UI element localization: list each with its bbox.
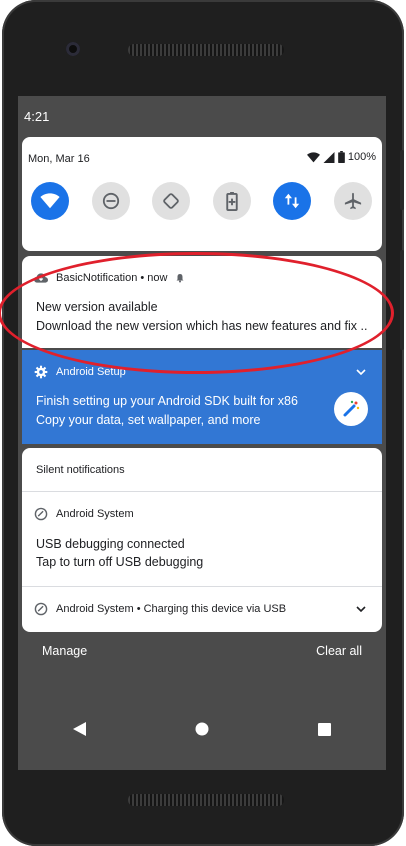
date-label: Mon, Mar 16	[28, 153, 90, 165]
back-button[interactable]	[59, 709, 99, 749]
basic-notification-header: BasicNotification • now	[34, 272, 185, 284]
status-icons: 100%	[306, 151, 376, 163]
home-button[interactable]	[182, 709, 222, 749]
dnd-icon	[102, 192, 120, 210]
screen: 4:21 Mon, Mar 16 100% BasicNotification …	[18, 96, 386, 770]
android-system-icon	[34, 602, 48, 616]
recents-button[interactable]	[305, 709, 345, 749]
battery-percent: 100%	[347, 151, 376, 163]
setup-wand-badge	[334, 392, 368, 426]
basic-timestamp: • now	[137, 272, 168, 284]
airplane-tile[interactable]	[334, 182, 372, 220]
status-clock: 4:21	[24, 109, 50, 124]
setup-notification-text: Copy your data, set wallpaper, and more	[36, 413, 261, 427]
usb-notification-text: Tap to turn off USB debugging	[36, 555, 204, 569]
clear-all-button[interactable]: Clear all	[316, 644, 362, 658]
auto-rotate-tile[interactable]	[152, 182, 190, 220]
basic-app-name: BasicNotification	[56, 272, 138, 284]
cloud-download-icon	[34, 273, 48, 283]
bell-icon	[176, 274, 184, 283]
magic-wand-icon	[343, 400, 360, 417]
dnd-tile[interactable]	[92, 182, 130, 220]
usb-header: Android System	[34, 507, 134, 521]
top-speaker	[128, 44, 284, 56]
recents-icon	[318, 722, 332, 736]
data-arrows-icon	[284, 193, 300, 209]
basic-notification-title: New version available	[36, 300, 158, 314]
wifi-tile[interactable]	[31, 182, 69, 220]
battery-status-icon	[338, 151, 345, 163]
usb-notification-title: USB debugging connected	[36, 537, 185, 551]
bottom-speaker	[128, 794, 284, 806]
back-icon	[72, 722, 86, 736]
android-system-icon	[34, 507, 48, 521]
manage-button[interactable]: Manage	[42, 644, 87, 658]
setup-header: Android Setup	[34, 365, 126, 379]
usb-app-name: Android System	[56, 508, 134, 520]
silent-header: Silent notifications	[36, 464, 125, 476]
power-button	[400, 150, 404, 210]
android-setup-card[interactable]: Android Setup Finish setting up your And…	[22, 350, 382, 444]
wifi-icon	[40, 193, 60, 209]
silent-notifications-group: Silent notifications Android System USB …	[22, 448, 382, 632]
usb-debugging-notification[interactable]: Android System USB debugging connected T…	[22, 492, 382, 586]
chevron-down-icon[interactable]	[356, 606, 366, 612]
front-camera	[66, 42, 80, 56]
airplane-icon	[344, 192, 362, 210]
battery-saver-tile[interactable]	[213, 182, 251, 220]
charging-header: Android System • Charging this device vi…	[34, 602, 286, 616]
basic-notification-text: Download the new version which has new f…	[36, 319, 368, 333]
basic-notification-card[interactable]: BasicNotification • now New version avai…	[22, 256, 382, 348]
navigation-bar	[18, 708, 386, 750]
quick-settings-panel: Mon, Mar 16 100%	[22, 137, 382, 251]
rotate-icon	[163, 193, 179, 209]
signal-status-icon	[323, 151, 335, 163]
battery-saver-icon	[226, 191, 238, 211]
gear-icon	[34, 365, 48, 379]
charging-notification[interactable]: Android System • Charging this device vi…	[22, 587, 382, 632]
setup-notification-title: Finish setting up your Android SDK built…	[36, 394, 298, 408]
wifi-status-icon	[306, 151, 320, 162]
chevron-down-icon[interactable]	[356, 369, 366, 375]
volume-button	[400, 250, 404, 350]
mobile-data-tile[interactable]	[273, 182, 311, 220]
setup-app-name: Android Setup	[56, 366, 126, 378]
charging-app-line: Android System • Charging this device vi…	[56, 603, 287, 615]
home-icon	[195, 722, 209, 736]
